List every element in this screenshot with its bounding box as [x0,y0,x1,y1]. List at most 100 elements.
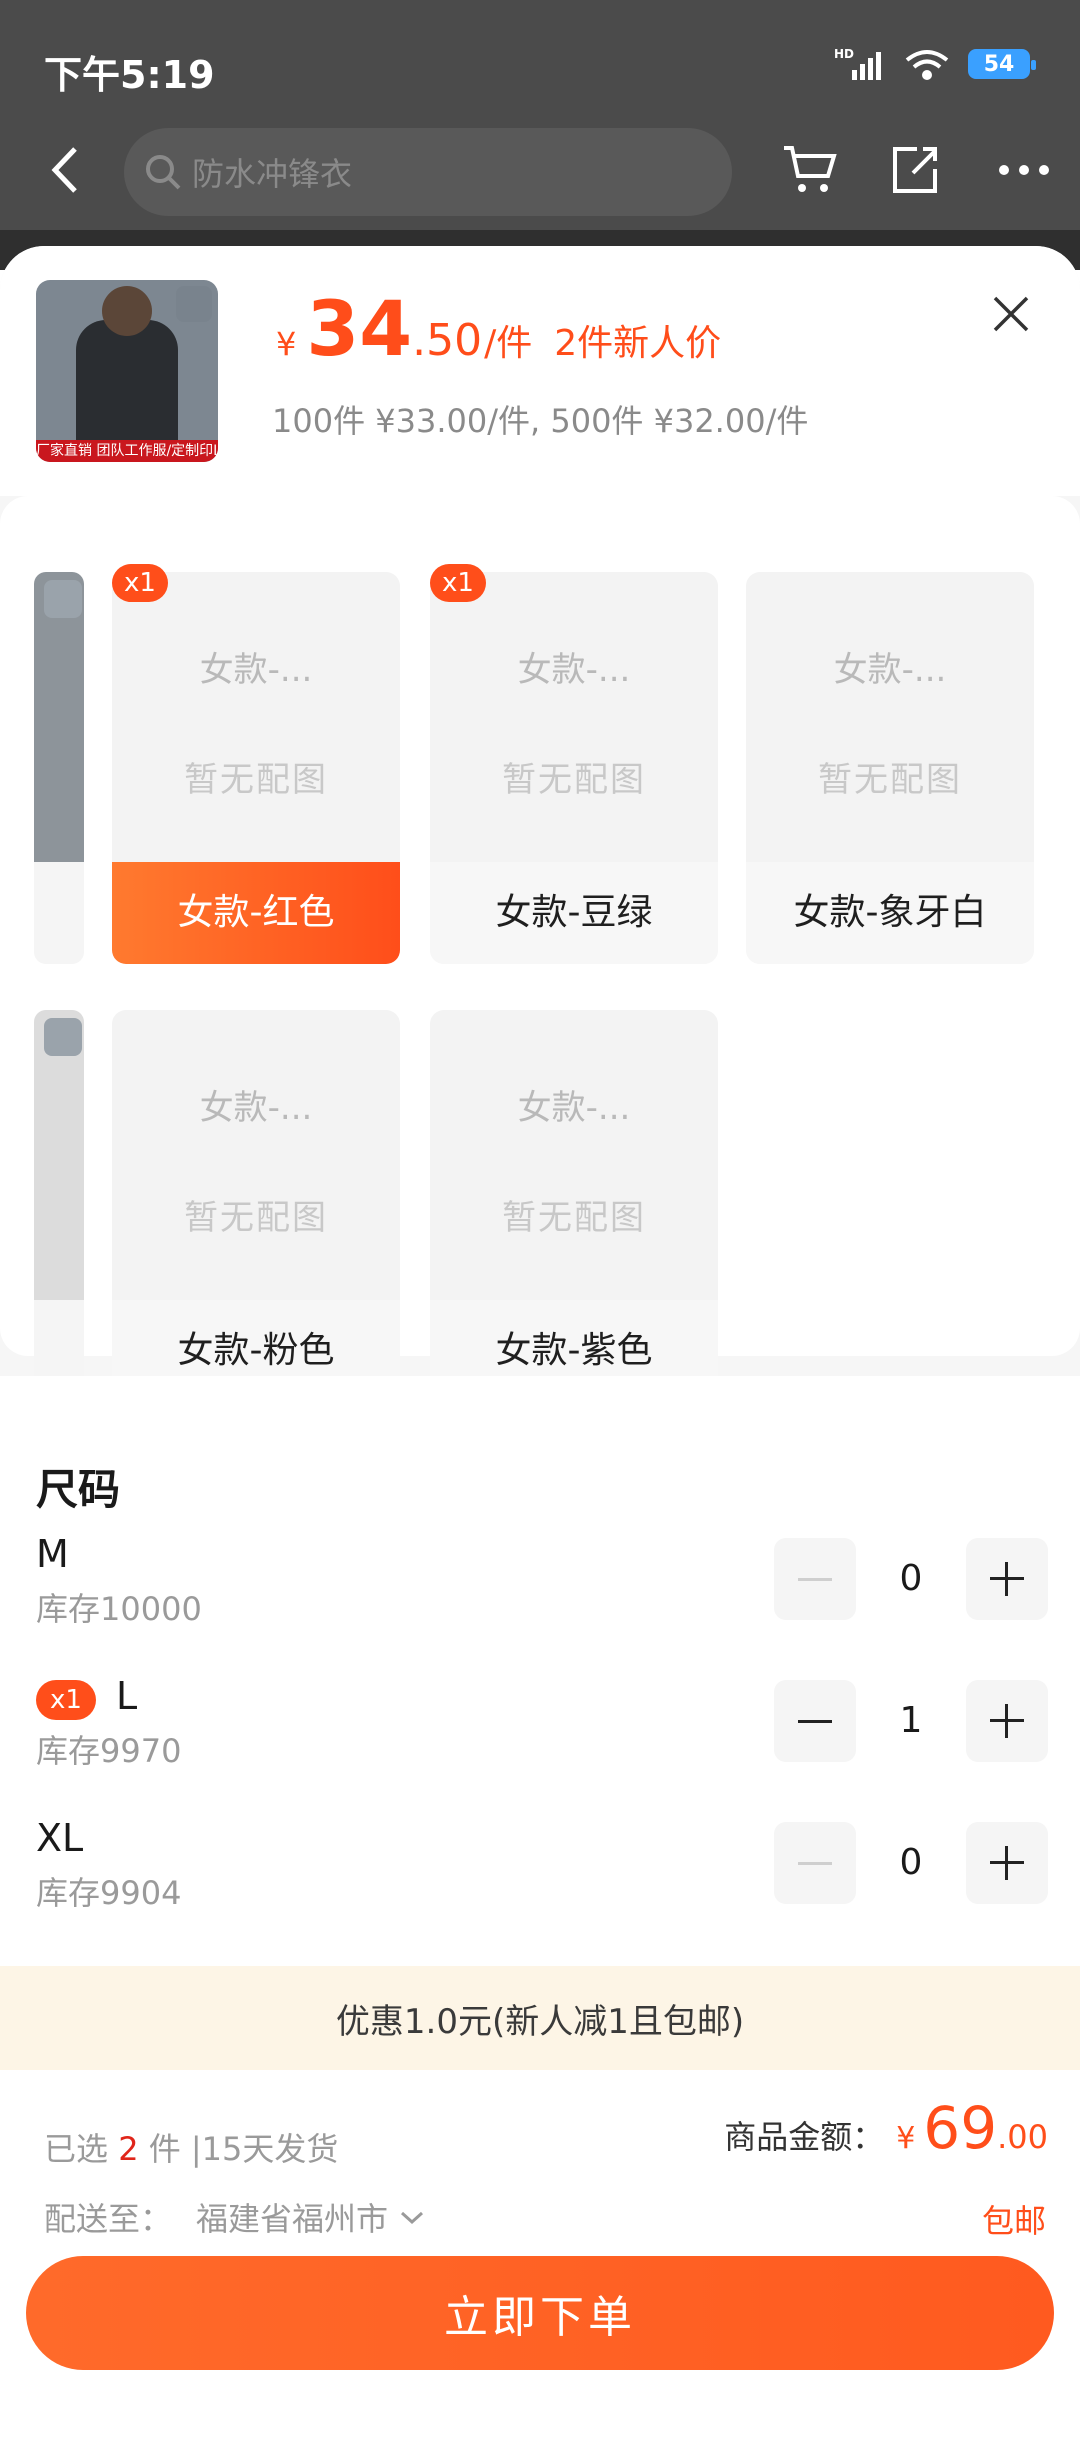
plus-icon [990,1562,1024,1596]
color-option-bean-green[interactable]: 女款-... 暂无配图 女款-豆绿 [430,572,718,964]
option-placeholder: 暂无配图 [184,1198,328,1238]
search-input[interactable]: 防水冲锋衣 [124,128,732,216]
size-section: 尺码 M 库存10000 0 x1 L 库存9970 1 XL 库存9904 0 [0,1376,1080,2200]
total-amount: 商品金额： ¥ 69 .00 [724,2094,1048,2162]
top-nav: 防水冲锋衣 [0,120,1080,220]
total-decimal: .00 [997,2118,1048,2156]
minus-icon [798,1719,832,1723]
quantity-stepper: 0 [774,1822,1048,1904]
selected-summary: 已选 2 件 |15天发货 [44,2124,338,2170]
stock-count: 库存9904 [36,1874,182,1912]
quantity-stepper: 0 [774,1538,1048,1620]
size-row-m: M 库存10000 0 [0,1532,1080,1674]
plus-icon [990,1846,1024,1880]
quantity-value[interactable]: 0 [856,1822,966,1904]
cart-icon [784,146,837,192]
color-options-grid: 女款-... 暂无配图 女款-红色 x1 女款-... 暂无配图 女款-豆绿 x… [0,496,1080,1402]
status-bar: 下午5:19 HD 54 [0,0,1080,130]
thumb-model-head [102,286,152,336]
size-name: M [36,1532,69,1576]
status-icons: HD 54 [834,46,1036,82]
quantity-value[interactable]: 1 [856,1680,966,1762]
stock-count: 库存10000 [36,1590,202,1628]
promo-bar: 优惠1.0元(新人减1且包邮) [0,1966,1080,2070]
more-icon [999,165,1049,175]
total-currency: ¥ [896,2121,916,2156]
quantity-value[interactable]: 0 [856,1538,966,1620]
minus-icon [798,1577,832,1581]
option-label: 女款-象牙白 [746,862,1034,964]
increase-button[interactable] [966,1538,1048,1620]
more-button[interactable] [994,140,1054,200]
back-button[interactable] [44,142,84,198]
selected-count: 2 [118,2130,139,2168]
price-unit: /件 [484,323,533,364]
decrease-button[interactable] [774,1538,856,1620]
network-label: HD [834,47,854,61]
wifi-icon [905,50,949,80]
color-image-card[interactable] [34,572,84,964]
color-option-pink[interactable]: 女款-... 暂无配图 女款-粉色 [112,1010,400,1402]
cart-button[interactable] [780,140,840,200]
size-name: L [116,1674,138,1718]
battery-icon: 54 [968,49,1036,79]
stock-count: 库存9970 [36,1732,182,1770]
color-option-red[interactable]: 女款-... 暂无配图 女款-红色 [112,572,400,964]
sheet-header: 厂家直销 团队工作服/定制印Logo ¥ 34 .50 /件 2件新人价 100… [0,246,1080,496]
share-icon [893,147,937,193]
option-label: 女款-红色 [112,862,400,964]
price-line: ¥ 34 .50 /件 2件新人价 [276,284,721,373]
thumb-banner: 厂家直销 团队工作服/定制印Logo [36,440,218,462]
size-name: XL [36,1816,84,1860]
place-order-button[interactable]: 立即下单 [26,2256,1054,2370]
option-placeholder: 暂无配图 [818,760,962,800]
option-caption: 女款-... [199,650,313,690]
shipping-address[interactable]: 配送至： 福建省福州市 [44,2194,426,2240]
qty-badge: x1 [36,1680,96,1720]
price-currency: ¥ [276,325,297,363]
selected-suffix: 件 |15天发货 [148,2130,339,2168]
option-caption: 女款-... [833,650,947,690]
price-integer: 34 [306,284,413,373]
search-placeholder: 防水冲锋衣 [192,155,353,193]
selected-prefix: 已选 [44,2130,109,2168]
ship-label: 配送至： [44,2200,173,2238]
option-caption: 女款-... [517,650,631,690]
plus-icon [990,1704,1024,1738]
decrease-button[interactable] [774,1822,856,1904]
checkout-footer: 已选 2 件 |15天发货 商品金额： ¥ 69 .00 配送至： 福建省福州市… [0,2090,1080,2460]
decrease-button[interactable] [774,1680,856,1762]
size-title: 尺码 [36,1465,121,1514]
size-row-xl: XL 库存9904 0 [0,1816,1080,1958]
color-option-ivory[interactable]: 女款-... 暂无配图 女款-象牙白 [746,572,1034,964]
color-image-card[interactable] [34,1010,84,1402]
size-row-l: x1 L 库存9970 1 [0,1674,1080,1816]
share-button[interactable] [884,140,944,200]
ship-address: 福建省福州市 [196,2200,389,2238]
qty-badge: x1 [430,564,486,602]
signal-icon: HD [834,47,881,80]
expand-icon[interactable] [44,1018,82,1056]
option-placeholder: 暂无配图 [184,760,328,800]
chevron-down-icon [401,2211,424,2225]
option-label: 女款-豆绿 [430,862,718,964]
option-placeholder: 暂无配图 [502,1198,646,1238]
option-caption: 女款-... [199,1088,313,1128]
free-shipping-label: 包邮 [981,2202,1046,2240]
battery-level: 54 [983,51,1015,77]
total-label: 商品金额： [724,2118,885,2156]
color-option-purple[interactable]: 女款-... 暂无配图 女款-紫色 [430,1010,718,1402]
expand-icon[interactable] [44,580,82,618]
close-button[interactable] [985,288,1037,340]
increase-button[interactable] [966,1822,1048,1904]
tier-pricing: 100件 ¥33.00/件, 500件 ¥32.00/件 [272,402,809,440]
back-arrow-icon [51,147,77,193]
increase-button[interactable] [966,1680,1048,1762]
thumb-expand-icon[interactable] [176,286,212,322]
price-decimal: .50 [412,315,483,366]
close-icon [993,296,1029,332]
search-icon [146,155,181,190]
product-thumbnail[interactable]: 厂家直销 团队工作服/定制印Logo [36,280,218,462]
qty-badge: x1 [112,564,168,602]
total-integer: 69 [923,2094,998,2162]
